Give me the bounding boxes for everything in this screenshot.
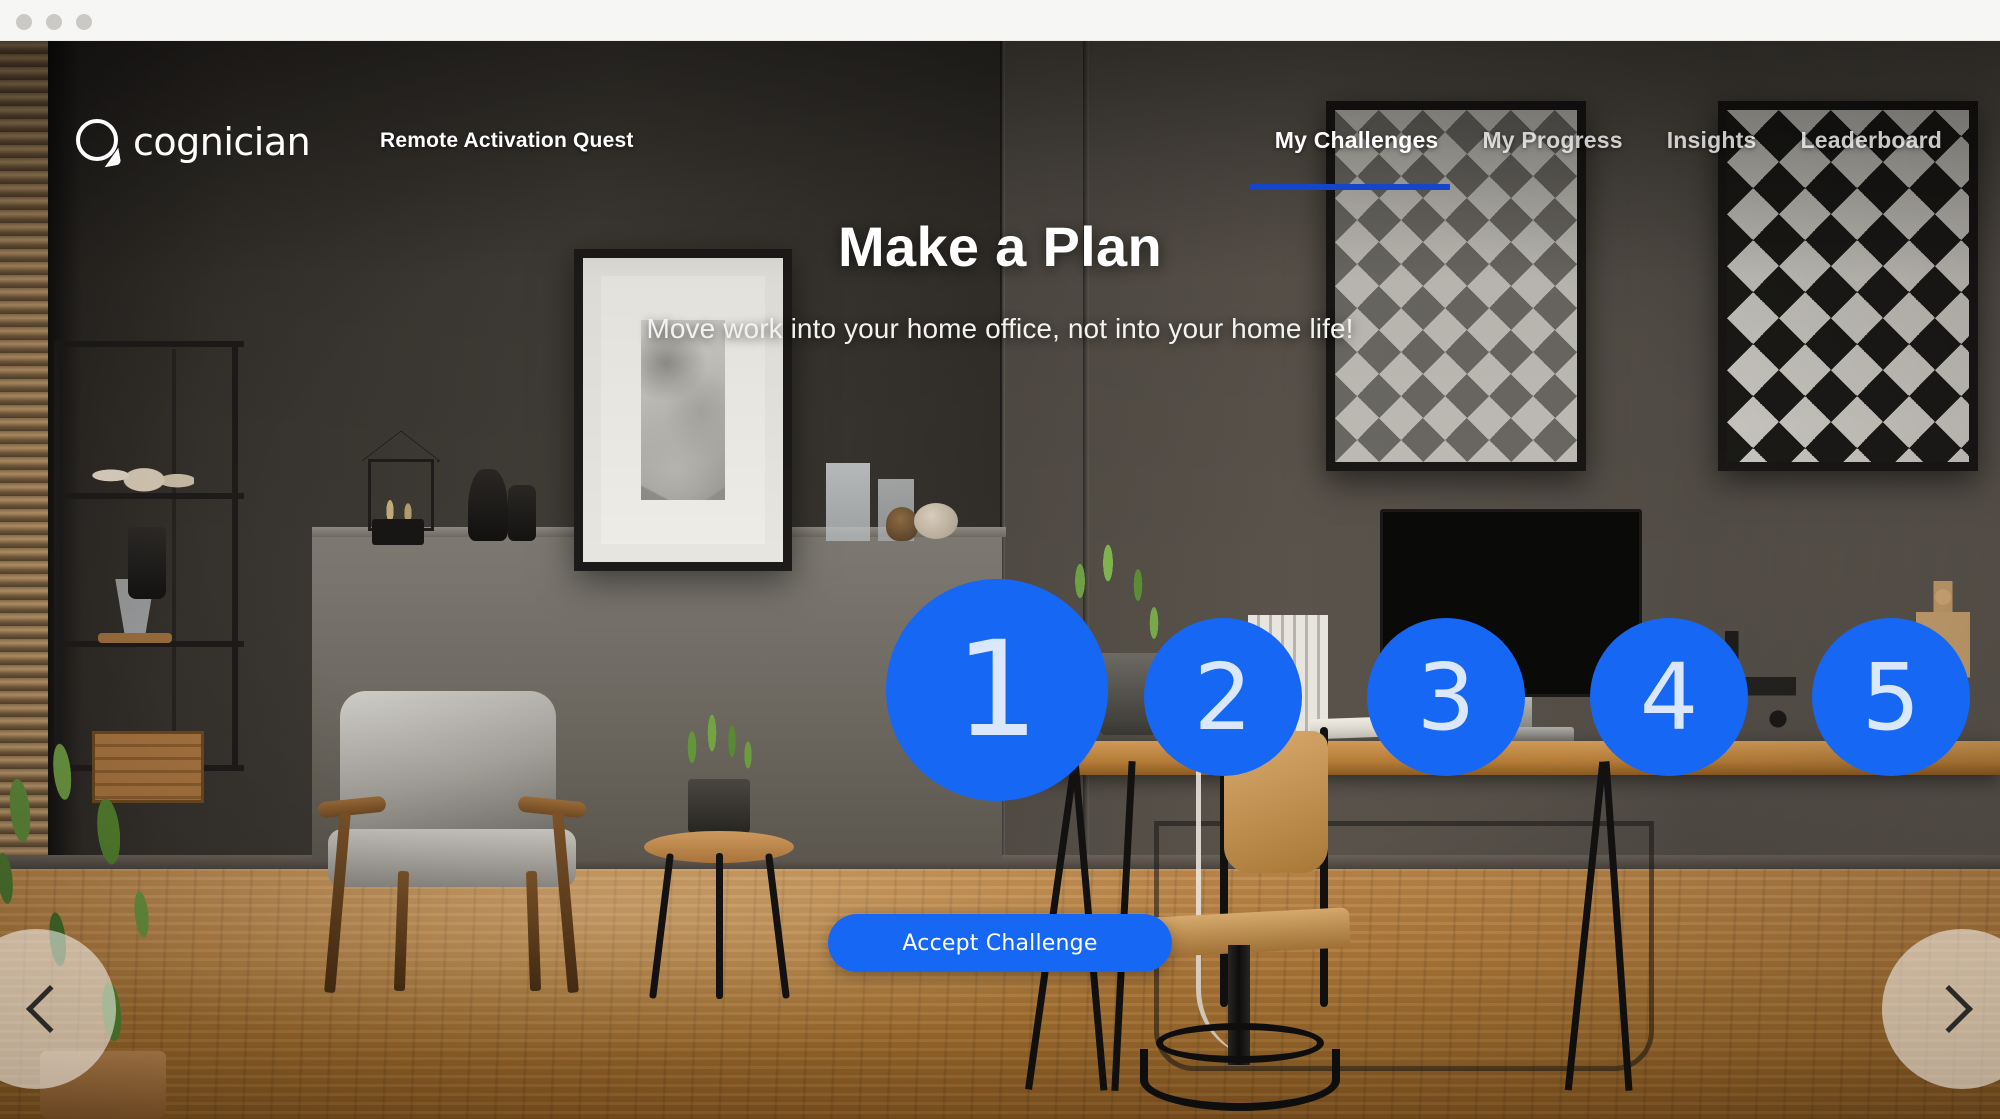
step-circle-3[interactable]: 3: [1367, 618, 1525, 776]
step-circle-2[interactable]: 2: [1144, 618, 1302, 776]
chevron-right-icon: [1924, 984, 1974, 1034]
chevron-left-icon: [25, 984, 75, 1034]
zoom-window-dot[interactable]: [76, 14, 92, 30]
step-circle-4[interactable]: 4: [1590, 618, 1748, 776]
hero-stage: cognician Remote Activation Quest My Cha…: [0, 41, 2000, 1119]
close-window-dot[interactable]: [16, 14, 32, 30]
window-traffic-lights: [16, 14, 92, 30]
minimize-window-dot[interactable]: [46, 14, 62, 30]
browser-window: cognician Remote Activation Quest My Cha…: [0, 0, 2000, 1119]
accept-challenge-button[interactable]: Accept Challenge: [828, 914, 1172, 972]
step-circle-1[interactable]: 1: [886, 579, 1108, 801]
step-circle-5[interactable]: 5: [1812, 618, 1970, 776]
window-titlebar: [0, 0, 2000, 41]
